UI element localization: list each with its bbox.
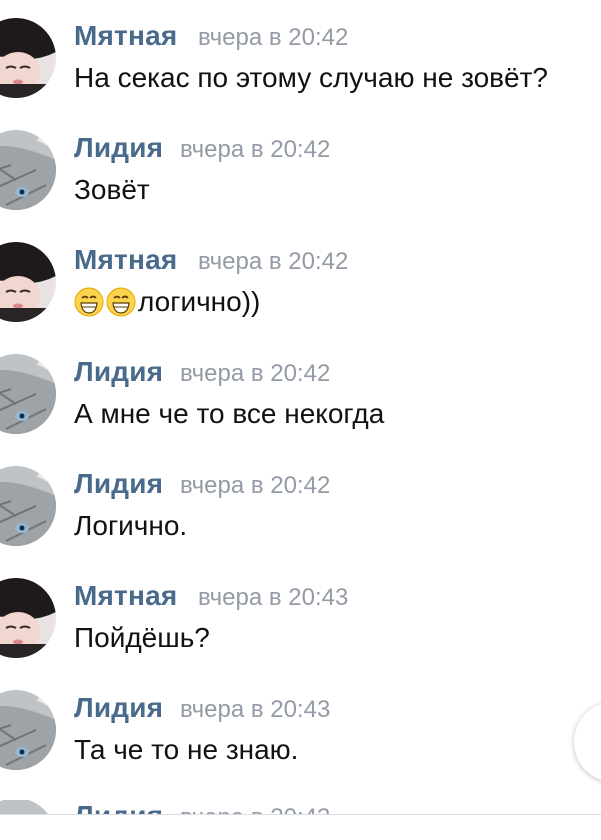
grinning-face-icon <box>106 287 136 317</box>
cat-avatar-icon[interactable] <box>0 130 56 210</box>
message-text: Логично. <box>74 510 187 542</box>
message-author[interactable]: Лидия <box>74 692 163 724</box>
chat-history[interactable]: Мятная вчера в 20:42 На секас по этому с… <box>0 0 601 840</box>
message-item: Мятная вчера в 20:43 Пойдёшь? <box>0 560 601 672</box>
girl-avatar-icon[interactable] <box>0 18 56 98</box>
message-text: логично)) <box>74 286 260 318</box>
message-time: вчера в 20:42 <box>198 24 349 51</box>
cat-avatar-icon[interactable] <box>0 354 56 434</box>
message-item: Лидия вчера в 20:42 А мне че то все неко… <box>0 336 601 448</box>
girl-avatar-icon[interactable] <box>0 242 56 322</box>
message-text-content: Зовёт <box>74 174 150 205</box>
message-item: Лидия вчера в 20:43 Та че то не знаю. <box>0 672 601 784</box>
message-time: вчера в 20:42 <box>180 472 331 499</box>
message-text-content: Пойдёшь? <box>74 622 210 653</box>
message-text-content: Логично. <box>74 510 188 541</box>
message-text-content: А мне че то все некогда <box>74 398 385 429</box>
message-item: Лидия вчера в 20:42 Зовёт <box>0 112 601 224</box>
bottom-bar <box>0 814 601 840</box>
message-time: вчера в 20:43 <box>198 584 349 611</box>
message-author[interactable]: Мятная <box>74 20 177 52</box>
cat-avatar-icon[interactable] <box>0 466 56 546</box>
message-text: А мне че то все некогда <box>74 398 384 430</box>
message-item: Мятная вчера в 20:42 логично)) <box>0 224 601 336</box>
message-text: Та че то не знаю. <box>74 734 298 766</box>
message-author[interactable]: Лидия <box>74 356 163 388</box>
message-time: вчера в 20:42 <box>180 360 331 387</box>
cat-avatar-icon[interactable] <box>0 690 56 770</box>
message-text: Зовёт <box>74 174 150 206</box>
message-text-content: Та че то не знаю. <box>74 734 299 765</box>
grinning-face-icon <box>74 287 104 317</box>
message-item: Лидия вчера в 20:42 Логично. <box>0 448 601 560</box>
message-author[interactable]: Лидия <box>74 132 163 164</box>
message-author[interactable]: Мятная <box>74 580 177 612</box>
message-time: вчера в 20:42 <box>198 248 349 275</box>
message-text: Пойдёшь? <box>74 622 210 654</box>
message-text-content: На секас по этому случаю не зовёт? <box>74 62 549 93</box>
message-author[interactable]: Мятная <box>74 244 177 276</box>
message-text: На секас по этому случаю не зовёт? <box>74 62 548 94</box>
message-time: вчера в 20:43 <box>180 696 331 723</box>
message-author[interactable]: Лидия <box>74 468 163 500</box>
girl-avatar-icon[interactable] <box>0 578 56 658</box>
message-time: вчера в 20:42 <box>180 136 331 163</box>
message-text-content: логично)) <box>138 286 261 317</box>
message-item: Мятная вчера в 20:42 На секас по этому с… <box>0 0 601 112</box>
